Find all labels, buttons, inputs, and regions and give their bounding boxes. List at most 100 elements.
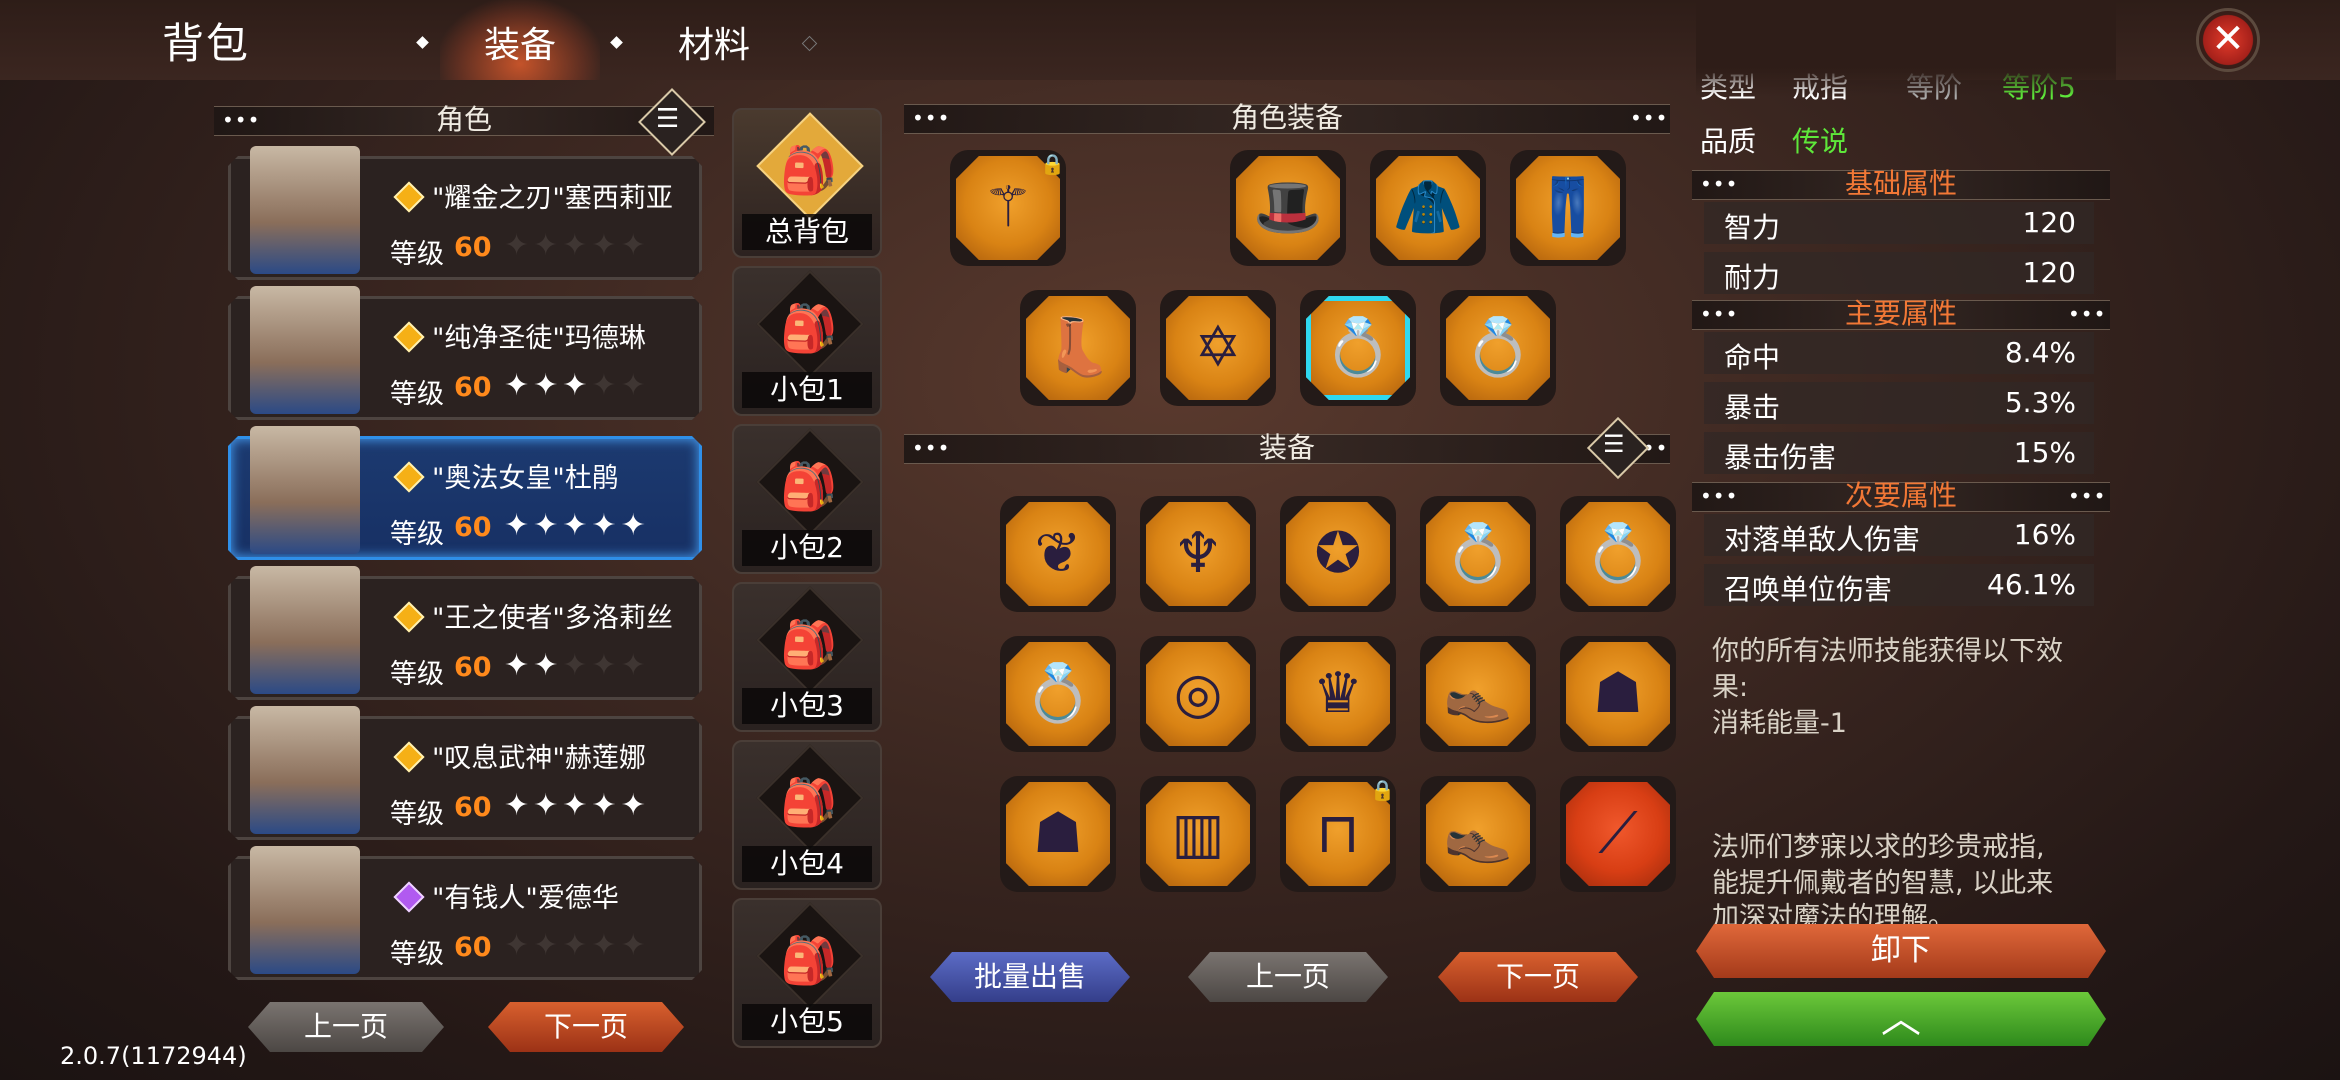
bag-slot[interactable]: 🎒 小包5	[732, 898, 882, 1048]
equipped-hat-icon[interactable]: 🎩	[1236, 156, 1340, 260]
tab-equipment[interactable]: 装备	[484, 16, 556, 68]
star-filled-icon: ✦	[562, 788, 592, 823]
char-next-page-button[interactable]: 下一页	[488, 1002, 684, 1052]
character-name: "纯净圣徒"玛德琳	[432, 323, 646, 354]
inventory-ring-icon[interactable]: 💍	[1426, 502, 1530, 606]
tab-materials[interactable]: 材料	[678, 16, 750, 68]
unequip-label: 卸下	[1871, 933, 1931, 968]
bag-slot[interactable]: 🎒 小包4	[732, 740, 882, 890]
equipped-boots-icon[interactable]: 👢	[1026, 296, 1130, 400]
equipped-coat-icon[interactable]: 🧥	[1376, 156, 1480, 260]
equipped-ring-2-icon[interactable]: 💍	[1446, 296, 1550, 400]
star-filled-icon: ✦	[504, 508, 534, 543]
bag-label: 总背包	[742, 214, 872, 250]
inventory-robe-icon[interactable]: ▥	[1146, 782, 1250, 886]
lock-icon: 🔒	[1370, 778, 1395, 802]
basic-attr-title: 基础属性	[1844, 167, 1957, 200]
inventory-pendant-icon[interactable]: ♆	[1146, 502, 1250, 606]
star-empty-icon: ✦	[620, 228, 650, 263]
close-button[interactable]: ✕	[2196, 8, 2260, 72]
bulk-sell-button[interactable]: 批量出售	[930, 952, 1130, 1002]
bag-slot[interactable]: 🎒 小包3	[732, 582, 882, 732]
inventory-spear-icon[interactable]: ⟋	[1566, 782, 1670, 886]
unequip-button[interactable]: 卸下	[1696, 924, 2106, 978]
level-label: 等级	[390, 379, 444, 410]
quality-value: 传说	[1792, 125, 1849, 158]
star-empty-icon: ✦	[591, 228, 621, 263]
star-empty-icon: ✦	[620, 928, 650, 963]
stat-value: 15%	[2013, 436, 2076, 469]
stat-row: 召唤单位伤害 46.1%	[1704, 564, 2094, 606]
lock-icon: 🔒	[1040, 152, 1065, 176]
inventory-hood-2-icon[interactable]: ☗	[1006, 782, 1110, 886]
stat-row: 命中 8.4%	[1704, 332, 2094, 374]
inventory-ring-2-icon[interactable]: 💍	[1566, 502, 1670, 606]
level-value: 60	[454, 932, 492, 963]
stat-name: 耐力	[1724, 261, 1781, 294]
backpack-icon: 🎒	[780, 617, 838, 671]
star-rating: ✦✦✦✦✦	[504, 788, 650, 823]
stat-name: 智力	[1724, 211, 1781, 244]
star-filled-icon: ✦	[533, 368, 563, 403]
level-label: 等级	[390, 659, 444, 690]
bag-slot[interactable]: 🎒 小包2	[732, 424, 882, 574]
inventory-hood-icon[interactable]: ☗	[1566, 642, 1670, 746]
equipped-amulet-icon[interactable]: ✡	[1166, 296, 1270, 400]
inventory-crown-icon[interactable]: ♛	[1286, 642, 1390, 746]
stat-name: 暴击伤害	[1724, 441, 1837, 474]
inventory-boots-icon[interactable]: 👞	[1426, 642, 1530, 746]
bag-label: 小包3	[742, 688, 872, 724]
star-empty-icon: ✦	[562, 648, 592, 683]
quality-label: 品质	[1700, 125, 1757, 158]
stat-value: 120	[2022, 206, 2076, 239]
bag-label: 小包2	[742, 530, 872, 566]
stat-name: 对落单敌人伤害	[1724, 523, 1921, 556]
inventory-next-page-button[interactable]: 下一页	[1438, 952, 1638, 1002]
equipped-pants-icon[interactable]: 👖	[1516, 156, 1620, 260]
secondary-attr-title: 次要属性	[1844, 479, 1957, 512]
backpack-icon: 🎒	[780, 143, 838, 197]
level-label: 等级	[390, 519, 444, 550]
character-name: "王之使者"多洛莉丝	[432, 603, 673, 634]
effect-text-line2: 果:	[1712, 672, 1749, 703]
level-value: 60	[454, 652, 492, 683]
selection-outline	[1306, 296, 1410, 400]
star-filled-icon: ✦	[533, 788, 563, 823]
upgrade-button[interactable]: ︿	[1696, 992, 2106, 1046]
inventory-necklace-2-icon[interactable]: ✪	[1286, 502, 1390, 606]
character-portrait	[250, 426, 360, 554]
inventory-necklace-icon[interactable]: ❦	[1006, 502, 1110, 606]
filter-icon: ☰	[1603, 430, 1625, 458]
version-label: 2.0.7(1172944)	[60, 1042, 247, 1070]
stat-value: 8.4%	[2004, 336, 2076, 369]
bag-slot[interactable]: 🎒 小包1	[732, 266, 882, 416]
character-portrait	[250, 286, 360, 414]
inventory-ring-3-icon[interactable]: 💍	[1006, 642, 1110, 746]
bag-slot[interactable]: 🎒 总背包	[732, 108, 882, 258]
stat-value: 16%	[2013, 518, 2076, 551]
stat-name: 召唤单位伤害	[1724, 573, 1893, 606]
star-empty-icon: ✦	[533, 228, 563, 263]
stat-row: 暴击伤害 15%	[1704, 432, 2094, 474]
star-filled-icon: ✦	[620, 788, 650, 823]
star-filled-icon: ✦	[562, 508, 592, 543]
star-filled-icon: ✦	[562, 368, 592, 403]
stat-name: 命中	[1724, 341, 1781, 374]
inventory-prev-page-button[interactable]: 上一页	[1188, 952, 1388, 1002]
chevron-up-icon: ︿	[1881, 996, 1921, 1042]
star-filled-icon: ✦	[504, 788, 534, 823]
star-filled-icon: ✦	[533, 508, 563, 543]
stat-name: 暴击	[1724, 391, 1781, 424]
backpack-icon: 🎒	[780, 775, 838, 829]
star-filled-icon: ✦	[620, 508, 650, 543]
bag-label: 小包5	[742, 1004, 872, 1040]
level-value: 60	[454, 372, 492, 403]
backpack-icon: 🎒	[780, 933, 838, 987]
char-prev-page-button[interactable]: 上一页	[248, 1002, 444, 1052]
star-filled-icon: ✦	[504, 648, 534, 683]
inventory-section-title: 装备	[1258, 431, 1315, 464]
stat-value: 5.3%	[2004, 386, 2076, 419]
inventory-ring-4-icon[interactable]: ◎	[1146, 642, 1250, 746]
inventory-shoes-icon[interactable]: 👞	[1426, 782, 1530, 886]
lore-text-line2: 能提升佩戴者的智慧, 以此来	[1712, 868, 2054, 899]
